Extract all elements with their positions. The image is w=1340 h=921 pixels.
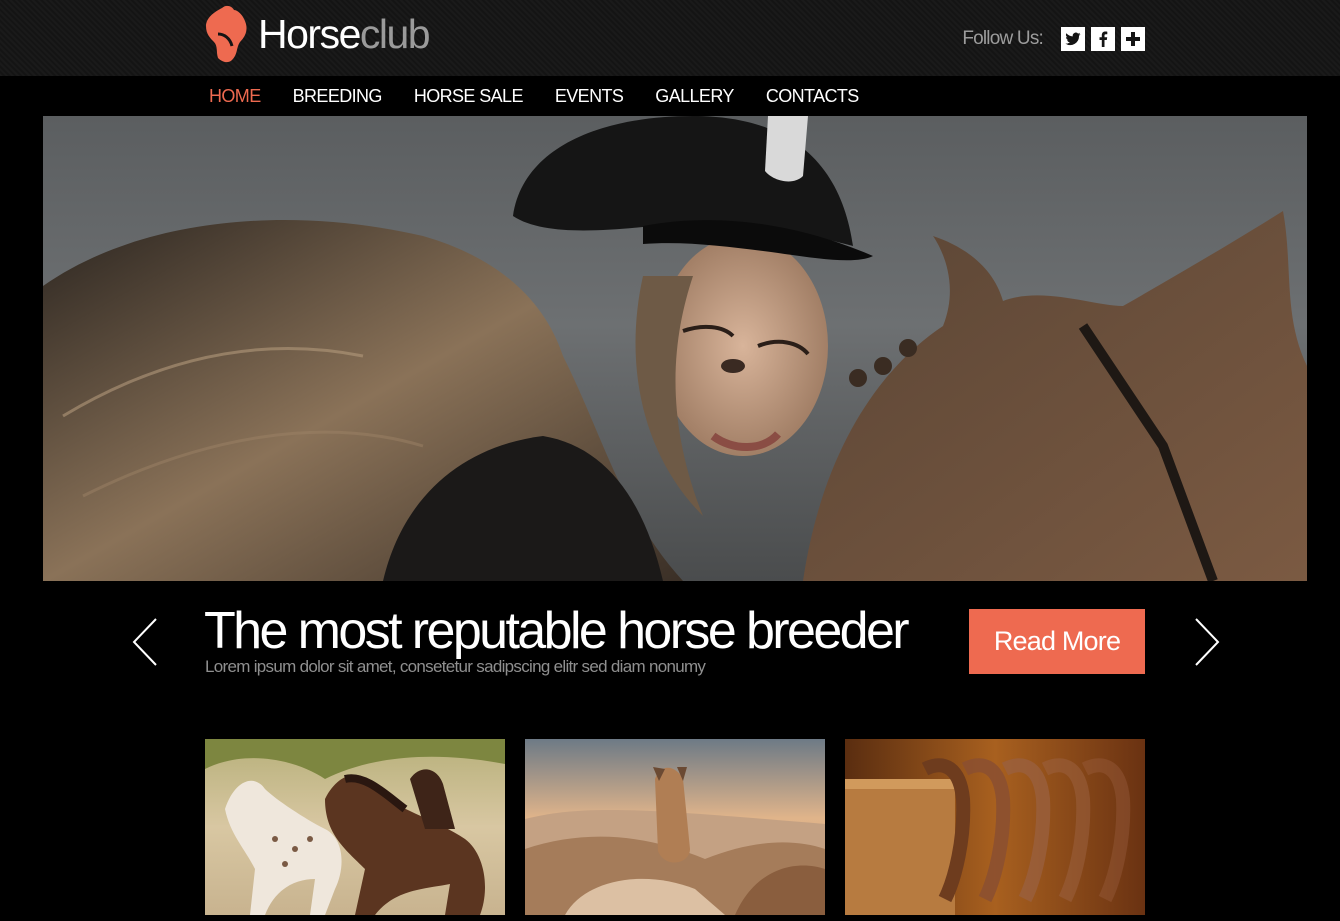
- horses-running-photo: [205, 739, 505, 915]
- facebook-icon[interactable]: [1091, 27, 1115, 51]
- nav-item-horse-sale[interactable]: HORSE SALE: [414, 84, 524, 108]
- header: Horseclub Follow Us:: [0, 0, 1340, 76]
- thumbnail-horse-herd[interactable]: [525, 739, 825, 915]
- brand-name-primary: Horse: [258, 10, 361, 57]
- brand-name: Horseclub: [258, 10, 431, 57]
- nav-item-contacts[interactable]: CONTACTS: [766, 84, 859, 108]
- nav-item-breeding[interactable]: BREEDING: [293, 84, 383, 108]
- horse-herd-sunset-photo: [525, 739, 825, 915]
- brand-name-secondary: club: [359, 10, 431, 57]
- nav-item-gallery[interactable]: GALLERY: [655, 84, 734, 108]
- slide-title: The most reputable horse breeder: [204, 602, 910, 660]
- twitter-icon[interactable]: [1061, 27, 1085, 51]
- hero-slide-image: [43, 116, 1307, 581]
- thumbnail-horseshoes[interactable]: [845, 739, 1145, 915]
- plus-icon[interactable]: [1121, 27, 1145, 51]
- main-nav: HOME BREEDING HORSE SALE EVENTS GALLERY …: [209, 84, 891, 108]
- follow-label: Follow Us:: [962, 28, 1043, 49]
- horse-head-logo-icon: [206, 5, 247, 63]
- horseshoes-photo: [845, 739, 1145, 915]
- slide-subtitle: Lorem ipsum dolor sit amet, consetetur s…: [205, 657, 706, 676]
- nav-item-home[interactable]: HOME: [209, 84, 261, 108]
- logo[interactable]: Horseclub: [204, 4, 431, 64]
- thumbnail-horses-running[interactable]: [205, 739, 505, 915]
- read-more-button[interactable]: Read More: [969, 609, 1145, 674]
- follow-us: Follow Us:: [962, 27, 1145, 51]
- previous-slide-arrow-icon[interactable]: [130, 617, 160, 667]
- nav-item-events[interactable]: EVENTS: [555, 84, 624, 108]
- next-slide-arrow-icon[interactable]: [1192, 617, 1222, 667]
